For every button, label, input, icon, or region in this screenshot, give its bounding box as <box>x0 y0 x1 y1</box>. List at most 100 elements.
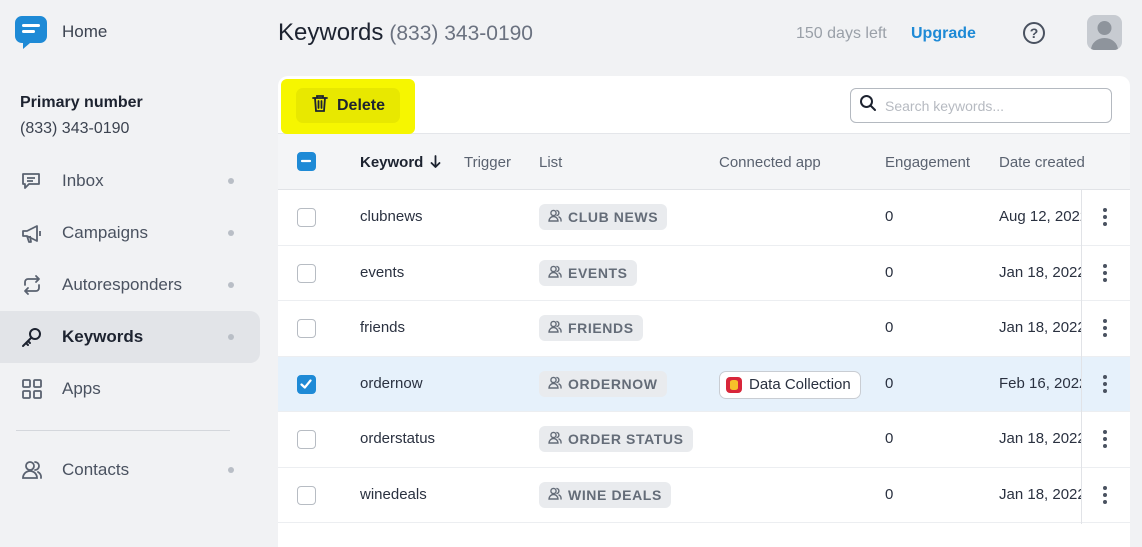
connected-app-label: Data Collection <box>749 376 851 393</box>
more-options-icon[interactable] <box>1100 373 1110 395</box>
more-options-icon[interactable] <box>1100 317 1110 339</box>
date-cell-text: Jan 18, 2022 <box>999 319 1081 336</box>
date-cell: Jan 18, 2022 <box>998 412 1081 467</box>
sidebar-item-keywords[interactable]: Keywords <box>0 311 260 363</box>
date-cell: Jan 18, 2022 <box>998 246 1081 301</box>
nav-dot <box>228 334 234 340</box>
column-divider <box>1081 412 1082 468</box>
date-cell-text: Jan 18, 2022 <box>999 485 1081 503</box>
list-tag-label: WINE DEALS <box>568 486 662 503</box>
help-icon[interactable]: ? <box>1023 22 1045 44</box>
column-header-trigger[interactable]: Trigger <box>464 154 511 171</box>
table-row[interactable]: friends FRIENDS 0 Jan 18, 2022 <box>278 301 1130 357</box>
engagement-cell: 0 <box>885 430 894 447</box>
table-row[interactable]: events EVENTS 0 Jan 18, 2022 <box>278 245 1130 302</box>
sidebar-item-label: Campaigns <box>62 223 148 242</box>
date-cell: Aug 12, 2022 <box>998 190 1081 245</box>
more-options-icon[interactable] <box>1100 206 1110 228</box>
home-link[interactable]: Home <box>14 14 107 50</box>
sidebar: Home Primary number (833) 343-0190 Inbox <box>0 0 270 547</box>
list-tag[interactable]: WINE DEALS <box>539 481 671 508</box>
column-header-keyword[interactable]: Keyword <box>360 154 441 171</box>
select-all-checkbox[interactable] <box>297 152 316 171</box>
sort-arrow-down-icon <box>430 155 440 168</box>
table-row[interactable]: ordernow ORDERNOW Data Collection 0 Feb 16, … <box>278 356 1130 413</box>
keyword-cell[interactable]: friends <box>360 319 405 336</box>
column-divider <box>1081 467 1082 524</box>
column-header-keyword-label: Keyword <box>360 154 424 171</box>
date-cell: Jan 18, 2022 <box>998 468 1081 523</box>
contacts-icon <box>20 458 44 482</box>
table-row[interactable]: winedeals WINE DEALS 0 Jan 18, 2022 <box>278 467 1130 524</box>
sidebar-item-contacts[interactable]: Contacts <box>0 444 260 496</box>
engagement-cell: 0 <box>885 374 894 392</box>
delete-button[interactable]: Delete <box>296 88 400 123</box>
keyword-cell[interactable]: ordernow <box>360 375 423 392</box>
date-cell-text: Feb 16, 2022 <box>999 374 1081 392</box>
keyword-cell[interactable]: clubnews <box>360 208 423 225</box>
sidebar-contacts: Contacts <box>0 444 260 496</box>
date-cell: Feb 16, 2022 <box>998 357 1081 412</box>
sidebar-item-apps[interactable]: Apps <box>0 363 260 415</box>
keyword-cell[interactable]: orderstatus <box>360 430 435 447</box>
group-icon <box>548 265 562 281</box>
list-tag[interactable]: ORDERNOW <box>539 370 667 397</box>
nav-dot <box>228 230 234 236</box>
primary-number-block: Primary number (833) 343-0190 <box>20 94 143 138</box>
date-cell: Jan 18, 2022 <box>998 301 1081 356</box>
avatar[interactable] <box>1087 15 1122 50</box>
nav-dot <box>228 178 234 184</box>
sidebar-item-label: Apps <box>62 379 101 398</box>
more-options-icon[interactable] <box>1100 484 1110 506</box>
more-options-icon[interactable] <box>1100 428 1110 450</box>
search-input[interactable] <box>885 97 1105 114</box>
table-row[interactable]: orderstatus ORDER STATUS 0 Jan 18, 2022 <box>278 412 1130 468</box>
group-icon <box>548 487 562 503</box>
row-checkbox[interactable] <box>297 208 316 227</box>
row-checkbox[interactable] <box>297 430 316 449</box>
nav-dot <box>228 282 234 288</box>
keyword-cell[interactable]: events <box>360 264 404 281</box>
more-options-icon[interactable] <box>1100 262 1110 284</box>
column-divider <box>1081 356 1082 413</box>
sidebar-item-label: Autoresponders <box>62 275 183 294</box>
toolbar: Delete <box>278 76 1130 134</box>
megaphone-icon <box>20 221 44 245</box>
column-header-list[interactable]: List <box>539 154 562 171</box>
column-header-date-created[interactable]: Date created <box>999 154 1085 171</box>
row-checkbox[interactable] <box>297 485 316 505</box>
sidebar-item-inbox[interactable]: Inbox <box>0 155 260 207</box>
group-icon <box>548 376 562 392</box>
home-label: Home <box>62 22 108 41</box>
row-checkbox[interactable] <box>297 263 316 283</box>
trial-days-left: 150 days left <box>796 25 887 42</box>
list-tag[interactable]: FRIENDS <box>539 315 643 341</box>
engagement-cell: 0 <box>885 485 894 503</box>
engagement-cell: 0 <box>885 263 894 281</box>
group-icon <box>548 431 562 447</box>
row-checkbox[interactable] <box>297 319 316 338</box>
nav-dot <box>228 467 234 473</box>
loop-arrows-icon <box>20 273 44 297</box>
sidebar-item-autoresponders[interactable]: Autoresponders <box>0 259 260 311</box>
list-tag-label: ORDERNOW <box>568 375 658 392</box>
list-tag[interactable]: CLUB NEWS <box>539 204 668 230</box>
list-tag[interactable]: EVENTS <box>539 259 637 286</box>
list-tag[interactable]: ORDER STATUS <box>539 426 693 452</box>
upgrade-link[interactable]: Upgrade <box>911 25 976 43</box>
delete-label: Delete <box>337 96 386 114</box>
list-tag-label: FRIENDS <box>568 320 634 336</box>
data-collection-app-icon <box>726 376 742 393</box>
keyword-cell[interactable]: winedeals <box>360 486 427 503</box>
list-tag-label: CLUB NEWS <box>568 209 659 225</box>
date-cell-text: Jan 18, 2022 <box>999 263 1081 281</box>
column-header-engagement[interactable]: Engagement <box>885 154 970 171</box>
row-checkbox[interactable] <box>297 374 316 394</box>
sidebar-item-campaigns[interactable]: Campaigns <box>0 207 260 259</box>
primary-number-title: Primary number <box>20 94 143 111</box>
connected-app-chip[interactable]: Data Collection <box>719 370 861 399</box>
engagement-cell: 0 <box>885 208 894 225</box>
date-cell-text: Jan 18, 2022 <box>999 430 1081 447</box>
column-header-connected-app[interactable]: Connected app <box>719 154 821 171</box>
table-row[interactable]: clubnews CLUB NEWS 0 Aug 12, 2022 <box>278 190 1130 246</box>
